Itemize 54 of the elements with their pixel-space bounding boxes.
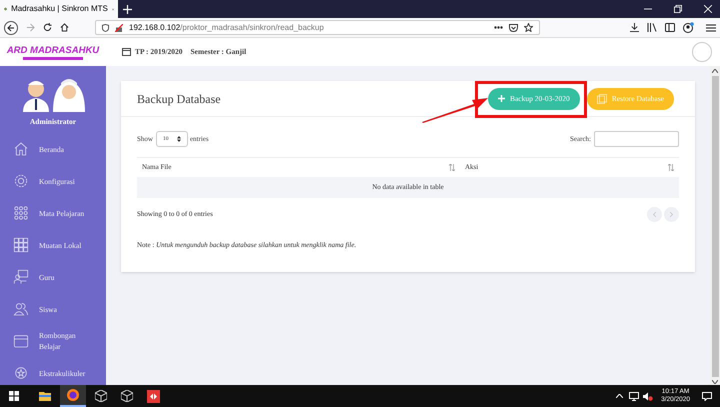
folder-icon[interactable]	[39, 391, 51, 401]
muted-speaker-icon[interactable]	[643, 392, 654, 400]
more-icon[interactable]	[494, 26, 503, 29]
card-title: Backup Database	[137, 90, 222, 108]
chevron-right-icon	[670, 212, 673, 216]
scrollbar[interactable]	[710, 66, 720, 385]
sort-icon	[668, 164, 674, 171]
restore-icon[interactable]	[674, 5, 682, 13]
home-icon[interactable]	[60, 23, 69, 32]
scrollbar-thumb[interactable]	[712, 76, 718, 377]
scroll-down-icon[interactable]	[712, 380, 718, 384]
cube-icon[interactable]	[95, 390, 107, 402]
cube-icon[interactable]	[121, 390, 133, 402]
pocket-icon[interactable]	[509, 24, 518, 32]
copy-icon	[596, 94, 607, 104]
reload-icon[interactable]	[43, 23, 52, 32]
address-bar[interactable]: 192.168.0.102/proktor_madrasah/sinkron/read_backup	[95, 20, 540, 35]
teacher-icon	[13, 269, 29, 286]
plus-icon	[498, 95, 505, 102]
windows-start-icon[interactable]	[9, 391, 19, 401]
house-icon	[13, 141, 29, 158]
grid-icon	[13, 237, 29, 254]
chevron-up-icon[interactable]	[616, 394, 624, 398]
dots-grid-icon	[13, 205, 29, 222]
spinner-icon	[176, 136, 181, 142]
sidebar-icon[interactable]	[665, 23, 675, 32]
users-icon	[13, 301, 29, 318]
new-tab-icon[interactable]	[123, 4, 132, 14]
browser-tab[interactable]: Madrasahku | Sinkron MTS	[0, 0, 118, 18]
star-badge-icon	[13, 365, 29, 382]
calendar-icon	[122, 48, 131, 56]
account-icon[interactable]	[683, 22, 694, 33]
shield-icon	[102, 24, 109, 32]
remote-app-icon[interactable]	[147, 390, 160, 402]
chevron-left-icon	[653, 212, 656, 216]
folder-icon	[13, 333, 29, 350]
close-icon[interactable]	[704, 5, 712, 13]
star-icon[interactable]	[524, 23, 533, 32]
url-text: 192.168.0.102/proktor_madrasah/sinkron/read_backup	[129, 22, 325, 34]
insecure-lock-icon	[115, 24, 123, 32]
back-icon[interactable]	[4, 20, 18, 34]
logo-stripe	[23, 56, 83, 60]
sort-icon	[449, 164, 455, 171]
download-icon[interactable]	[630, 23, 639, 32]
notification-icon[interactable]	[702, 392, 712, 400]
library-icon[interactable]	[647, 23, 657, 32]
scroll-up-icon[interactable]	[712, 69, 718, 73]
menu-icon[interactable]	[706, 24, 716, 32]
annotation-arrow	[422, 96, 488, 122]
network-icon[interactable]	[629, 392, 640, 400]
app-logo: ARD MADRASAHKU	[6, 44, 100, 56]
browser-icon[interactable]	[67, 389, 79, 401]
gear-icon	[13, 173, 29, 190]
search-field[interactable]	[594, 131, 679, 147]
